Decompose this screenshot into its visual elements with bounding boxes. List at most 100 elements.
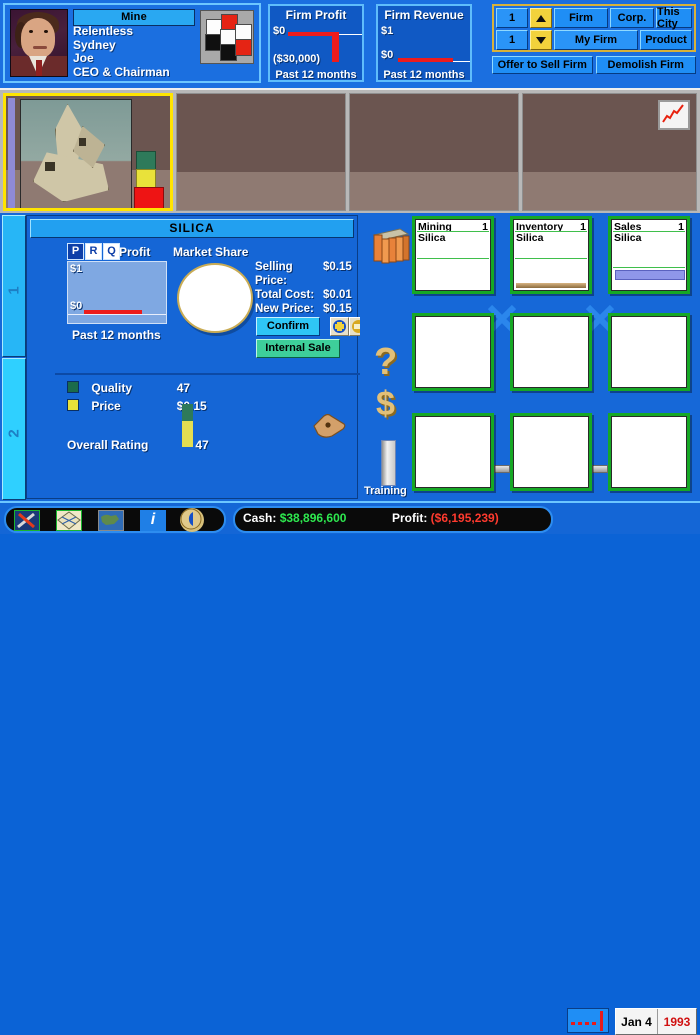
city-grid-icon[interactable]	[56, 510, 82, 531]
demolish-firm-button[interactable]: Demolish Firm	[595, 56, 696, 74]
lot-1[interactable]	[176, 93, 346, 211]
back-arrow-icon[interactable]	[180, 508, 204, 532]
total-cost-value: $0.01	[323, 289, 352, 301]
prq-button-r[interactable]: R	[85, 243, 102, 260]
overall-rating-row: Overall Rating 47	[67, 438, 209, 452]
scope-button-corp[interactable]: Corp.	[610, 8, 654, 28]
internal-sale-button[interactable]: Internal Sale	[256, 339, 340, 358]
game-date: Jan 4 1993	[615, 1008, 697, 1035]
pointing-hand-cursor	[312, 412, 346, 438]
quality-value: 47	[176, 381, 191, 395]
card-empty-6[interactable]	[412, 413, 494, 491]
card-empty-4[interactable]	[510, 313, 592, 391]
firm-profit-plot: $0 ($30,000)	[272, 23, 362, 69]
confirm-button[interactable]: Confirm	[256, 317, 320, 336]
overall-rating-label: Overall Rating	[67, 438, 149, 452]
question-mark-icon[interactable]: ?	[374, 341, 397, 384]
crate-stack-icon[interactable]	[370, 225, 412, 265]
training-label: Training	[364, 485, 407, 497]
company-cube-logo	[200, 10, 254, 64]
scope-button-product[interactable]: Product	[640, 30, 692, 50]
player-line-0: Relentless	[73, 24, 134, 38]
firm-profit-meter[interactable]: Firm Profit $0 ($30,000) Past 12 months	[268, 4, 364, 82]
card-empty-7[interactable]	[510, 413, 592, 491]
player-line-3: CEO & Chairman	[73, 64, 170, 79]
market-share-pie[interactable]	[177, 263, 253, 333]
product-tab-2-label: 2	[5, 429, 23, 438]
main-panel: 1 2 SILICA P R Q Profit Market Share $1 …	[0, 213, 700, 501]
firm-profit-footer: Past 12 months	[275, 69, 357, 81]
training-meter[interactable]	[381, 440, 396, 486]
profit-chart[interactable]: $1 $0	[67, 261, 167, 324]
lot-3[interactable]	[522, 93, 697, 211]
price-stats: Selling Price: $0.15 Total Cost: $0.01 New…	[255, 260, 352, 316]
card-empty-5[interactable]	[608, 313, 690, 391]
scope-row-1: 1 Firm Corp. This City	[496, 6, 692, 30]
executive-portrait[interactable]	[10, 9, 68, 77]
firm-actions: Offer to Sell Firm Demolish Firm	[492, 56, 696, 74]
scope-count-1[interactable]: 1	[496, 8, 528, 28]
scope-controls: 1 Firm Corp. This City 1 My Firm Product	[492, 4, 696, 52]
building-lot-strip	[0, 88, 700, 213]
scope-spinner-up[interactable]	[530, 8, 552, 28]
scope-button-firm[interactable]: Firm	[554, 8, 608, 28]
total-cost-label: Total Cost:	[255, 289, 315, 301]
card-inventory-sub: Silica	[516, 232, 544, 244]
firm-profit-top-label: $0	[273, 25, 286, 37]
price-swatch	[67, 399, 79, 411]
date-value: Jan 4	[621, 1014, 652, 1029]
dollar-sign-icon[interactable]: $	[376, 385, 395, 424]
player-info-panel: Mine Relentless Sydney Joe CEO & Chairma…	[3, 3, 261, 83]
card-inventory[interactable]: Inventory 1 Silica	[510, 216, 592, 294]
profit-chart-bottom: $0	[70, 300, 83, 312]
profit-label: Profit:	[392, 511, 428, 525]
firm-profit-bottom-label: ($30,000)	[273, 53, 321, 65]
speed-clock-icon[interactable]	[567, 1008, 609, 1033]
lot-2[interactable]	[349, 93, 519, 211]
profit-chart-top: $1	[70, 263, 83, 275]
card-mining[interactable]: Mining 1 Silica	[412, 216, 494, 294]
card-empty-8[interactable]	[608, 413, 690, 491]
world-map-icon[interactable]	[98, 510, 124, 531]
quality-label: Quality	[91, 381, 133, 395]
new-price-label: New Price:	[255, 303, 314, 315]
card-sales[interactable]: Sales 1 Silica	[608, 216, 690, 294]
product-tab-1[interactable]: 1	[2, 215, 26, 357]
silica-mineral-photo	[20, 99, 132, 208]
operations-grid: ? $ Training Mining 1 Silica Inventory 1…	[360, 213, 700, 501]
market-share-label: Market Share	[173, 245, 249, 259]
firm-revenue-meter[interactable]: Firm Revenue $1 $0 Past 12 months	[376, 4, 472, 82]
card-mining-sub: Silica	[418, 232, 446, 244]
lot-0[interactable]	[3, 93, 173, 211]
scope-spinner-down[interactable]	[530, 30, 552, 50]
firm-revenue-footer: Past 12 months	[383, 69, 465, 81]
firm-profit-title: Firm Profit	[285, 8, 347, 22]
price-label: Price	[91, 399, 121, 413]
quality-bar	[182, 404, 193, 421]
scope-button-this-city[interactable]: This City	[656, 6, 692, 30]
line-chart-icon[interactable]	[658, 100, 690, 130]
player-line-1: Sydney	[73, 37, 116, 52]
cash-value: $38,896,600	[279, 511, 347, 525]
info-icon[interactable]: i	[140, 510, 166, 531]
scope-count-2[interactable]: 1	[496, 30, 528, 50]
product-tab-2[interactable]: 2	[2, 358, 26, 500]
player-details: Relentless Sydney Joe CEO & Chairman	[73, 24, 170, 79]
cash-label: Cash:	[243, 511, 277, 525]
card-empty-3[interactable]	[412, 313, 494, 391]
selling-price-value: $0.15	[323, 261, 352, 273]
selling-price-label: Selling Price:	[255, 261, 293, 287]
plus-circle-icon[interactable]	[330, 317, 349, 336]
scope-button-my-firm[interactable]: My Firm	[554, 30, 638, 50]
prq-button-q[interactable]: Q	[103, 243, 120, 260]
product-tabs: 1 2	[2, 215, 26, 500]
tools-icon[interactable]	[14, 510, 40, 531]
prq-button-p[interactable]: P	[67, 243, 84, 260]
overall-rating-value: 47	[195, 438, 209, 452]
firm-revenue-title: Firm Revenue	[384, 8, 464, 22]
profit-value: ($6,195,239)	[430, 511, 499, 525]
profit-chart-footer: Past 12 months	[72, 328, 161, 342]
product-detail-panel: SILICA P R Q Profit Market Share $1 $0 P…	[26, 215, 383, 499]
card-sales-sub: Silica	[614, 232, 642, 244]
offer-to-sell-firm-button[interactable]: Offer to Sell Firm	[492, 56, 593, 74]
